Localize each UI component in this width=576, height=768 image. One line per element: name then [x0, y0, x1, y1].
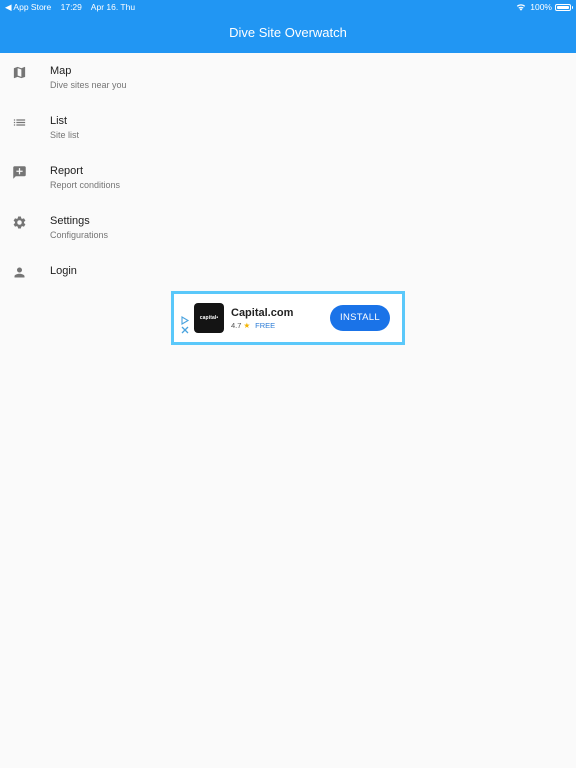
star-icon: ★: [243, 321, 251, 330]
map-icon: [12, 65, 27, 80]
menu-item-title: Report: [50, 165, 84, 177]
ad-banner[interactable]: capital• Capital.com 4.7 ★ FREE INSTALL: [171, 291, 405, 345]
menu-item-subtitle: Site list: [50, 130, 80, 140]
menu-item-title: Login: [50, 265, 77, 277]
menu-item-subtitle: Configurations: [50, 230, 109, 240]
install-button[interactable]: INSTALL: [330, 305, 390, 331]
status-bar: ◀ App Store 17:29 Apr 16. Thu 100%: [0, 0, 576, 14]
menu-item-settings[interactable]: Settings Configurations: [0, 203, 576, 253]
menu-item-subtitle: Dive sites near you: [50, 80, 127, 90]
ad-app-name: Capital.com: [231, 307, 294, 319]
menu-item-title: List: [50, 115, 68, 127]
menu-item-subtitle: Report conditions: [50, 180, 121, 190]
app-bar: ◀ App Store 17:29 Apr 16. Thu 100% Dive …: [0, 0, 576, 53]
list-icon: [12, 115, 27, 130]
status-time: 17:29: [60, 2, 82, 12]
ad-rating: 4.7: [231, 321, 242, 330]
status-right: 100%: [516, 0, 573, 14]
person-icon: [12, 265, 27, 280]
battery-percent: 100%: [530, 2, 552, 12]
ad-choices-icon[interactable]: [180, 315, 190, 335]
wifi-icon: [516, 3, 526, 11]
back-to-app-store-link[interactable]: ◀ App Store: [5, 2, 51, 12]
status-date: Apr 16. Thu: [90, 2, 136, 12]
status-left: ◀ App Store 17:29 Apr 16. Thu: [5, 0, 142, 14]
battery-icon: [555, 3, 573, 11]
menu-item-title: Map: [50, 65, 72, 77]
ad-app-meta: 4.7 ★ FREE: [231, 321, 275, 331]
navigation-menu: Map Dive sites near you List Site list R…: [0, 53, 576, 303]
add-comment-icon: [12, 165, 27, 180]
ad-price: FREE: [255, 321, 276, 330]
ad-app-logo: capital•: [194, 303, 224, 333]
menu-item-report[interactable]: Report Report conditions: [0, 153, 576, 203]
page-title: Dive Site Overwatch: [229, 25, 347, 40]
menu-item-title: Settings: [50, 215, 90, 227]
menu-item-list[interactable]: List Site list: [0, 103, 576, 153]
menu-item-map[interactable]: Map Dive sites near you: [0, 53, 576, 103]
gear-icon: [12, 215, 27, 230]
